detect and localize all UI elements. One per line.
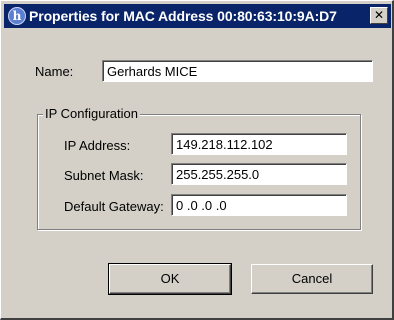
default-gateway-input[interactable]: 0 .0 .0 .0 [171, 194, 347, 216]
name-input[interactable]: Gerhards MICE [102, 60, 373, 82]
subnet-mask-label: Subnet Mask: [64, 168, 144, 183]
close-icon: ✕ [373, 8, 385, 22]
app-logo-icon: h [8, 7, 26, 25]
cancel-button[interactable]: Cancel [251, 264, 373, 294]
ok-button[interactable]: OK [108, 263, 232, 295]
ip-configuration-label: IP Configuration [43, 106, 140, 121]
name-label: Name: [35, 64, 74, 79]
ip-address-input[interactable]: 149.218.112.102 [171, 133, 347, 155]
ip-address-label: IP Address: [64, 138, 131, 153]
subnet-mask-input[interactable]: 255.255.255.0 [171, 163, 347, 185]
default-gateway-label: Default Gateway: [64, 199, 164, 214]
close-button[interactable]: ✕ [370, 7, 388, 24]
window-title: Properties for MAC Address 00:80:63:10:9… [29, 8, 337, 24]
title-bar[interactable]: h Properties for MAC Address 00:80:63:10… [4, 4, 391, 28]
properties-dialog: h Properties for MAC Address 00:80:63:10… [0, 0, 394, 320]
